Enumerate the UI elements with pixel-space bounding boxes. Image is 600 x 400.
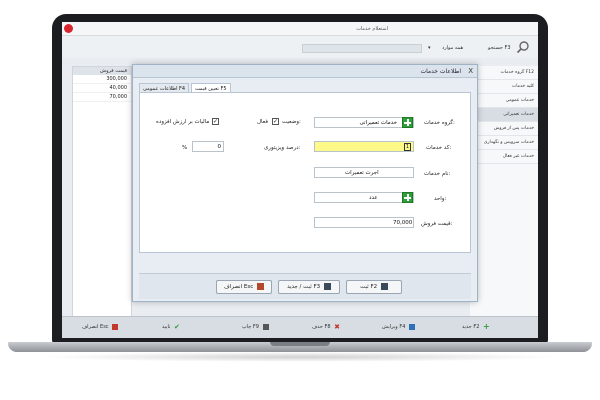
laptop-screen: استعلام خدمات ▾ همه موارد جستجو F3 قیمت … [62, 22, 538, 338]
visit-percent-value: 0 [217, 144, 222, 150]
bottom-confirm-button[interactable]: تایید ✔ [162, 322, 180, 333]
status-label: وضعیت: [282, 119, 301, 125]
search-input[interactable] [302, 44, 422, 53]
dialog-titlebar: X اطلاعات خدمات [133, 65, 477, 78]
bottom-edit-label: ویرایش F4 [382, 324, 406, 330]
visit-percent-input[interactable]: 0 [192, 141, 224, 152]
bottom-confirm-label: تایید [162, 324, 171, 330]
table-row[interactable]: 300,000 [73, 75, 131, 84]
table-row[interactable]: 70,000 [73, 93, 131, 102]
bottom-new-button[interactable]: جدید F2 + [462, 321, 490, 333]
status-active-checkbox[interactable]: ✓ [272, 118, 279, 125]
sidebar-item-maintenance[interactable]: خدمات سرویس و نگهداری [470, 136, 538, 150]
save-new-icon [323, 283, 331, 290]
dialog-title: اطلاعات خدمات [420, 68, 461, 75]
service-groups-sidebar: گروه خدمات F12 کلیه خدمات خدمات عمومی خد… [470, 66, 538, 318]
exit-icon [256, 283, 264, 290]
bottom-print-button[interactable]: چاپ F9 [242, 322, 269, 333]
sale-price-input[interactable]: 70,000 [314, 217, 414, 228]
save-button[interactable]: ثبت F2 [346, 280, 402, 294]
laptop-base-notch [270, 342, 330, 346]
laptop-mockup: استعلام خدمات ▾ همه موارد جستجو F3 قیمت … [0, 0, 600, 400]
service-group-field[interactable]: خدمات تعمیراتی [314, 117, 414, 128]
bottom-delete-label: حذف F8 [312, 324, 331, 330]
unit-field[interactable]: عدد [314, 192, 414, 203]
printer-icon [262, 323, 269, 330]
sidebar-item-general[interactable]: خدمات عمومی [470, 94, 538, 108]
bottom-cancel-label: انصراف Esc [82, 324, 109, 330]
delete-icon: ✖ [334, 322, 341, 331]
service-code-value: 1 [403, 143, 411, 151]
code-label: کد خدمات: [426, 145, 452, 151]
dialog-close-icon[interactable]: X [468, 67, 473, 75]
bottom-edit-button[interactable]: ویرایش F4 [382, 322, 415, 333]
sidebar-item-groups[interactable]: گروه خدمات F12 [470, 66, 538, 80]
sale-price-value: 70,000 [393, 220, 413, 226]
edit-icon [408, 323, 415, 330]
sidebar-item-after-sales[interactable]: خدمات پس از فروش [470, 122, 538, 136]
app-toolbar: ▾ همه موارد جستجو F3 [62, 36, 538, 58]
service-name-value: اجرت تعمیرات [345, 170, 379, 176]
dialog-footer: انصراف Esc ثبت / جدید F3 ثبت F2 [139, 273, 471, 299]
search-icon[interactable] [516, 40, 530, 54]
service-code-input[interactable]: 1 [314, 141, 414, 152]
app-close-icon[interactable] [64, 24, 73, 33]
laptop-shadow [40, 352, 560, 362]
app-bottom-toolbar: انصراف Esc تایید ✔ چاپ F9 حذف F8 ✖ ویرای… [62, 316, 538, 338]
save-new-button[interactable]: ثبت / جدید F3 [278, 280, 340, 294]
vat-label: مالیات بر ارزش افزوده [156, 119, 210, 125]
price-grid: قیمت فروش 300,000 40,000 70,000 [72, 66, 132, 318]
group-label: گروه خدمات: [424, 120, 455, 126]
save-icon [380, 283, 388, 290]
service-group-value: خدمات تعمیراتی [359, 120, 397, 126]
name-label: نام خدمات: [424, 171, 451, 177]
app-titlebar: استعلام خدمات [62, 22, 538, 36]
price-label: قیمت فروش: [421, 221, 453, 227]
search-mode-select[interactable]: همه موارد [442, 45, 463, 51]
check-icon: ✔ [174, 322, 180, 331]
add-group-plus-icon[interactable] [402, 117, 413, 128]
percent-sign: % [182, 145, 188, 151]
vat-checkbox[interactable]: ✓ [212, 118, 219, 125]
cancel-button[interactable]: انصراف Esc [216, 280, 272, 294]
save-new-button-label: ثبت / جدید F3 [287, 284, 321, 290]
service-info-dialog: X اطلاعات خدمات اطلاعات عمومی F4 تعیین ق… [132, 64, 478, 302]
unit-label: واحد: [434, 196, 447, 202]
search-mode-chevron-icon[interactable]: ▾ [428, 45, 431, 51]
dialog-form-panel: گروه خدمات: خدمات تعمیراتی وضعیت: ✓ فعال… [139, 92, 471, 253]
unit-value: عدد [369, 195, 378, 201]
search-label: جستجو F3 [488, 45, 511, 51]
app-title: استعلام خدمات [356, 26, 388, 32]
sidebar-item-repair[interactable]: خدمات تعمیراتی [470, 108, 538, 122]
add-unit-plus-icon[interactable] [402, 192, 413, 203]
cancel-button-label: انصراف Esc [224, 284, 254, 290]
table-row[interactable]: 40,000 [73, 84, 131, 93]
cancel-icon [112, 323, 119, 330]
grid-header-price[interactable]: قیمت فروش [73, 67, 131, 75]
service-name-input[interactable]: اجرت تعمیرات [314, 167, 414, 178]
bottom-new-label: جدید F2 [462, 324, 480, 330]
status-active-label: فعال [257, 119, 268, 125]
bottom-delete-button[interactable]: حذف F8 ✖ [312, 322, 340, 333]
sidebar-item-all[interactable]: کلیه خدمات [470, 80, 538, 94]
save-button-label: ثبت F2 [360, 284, 378, 290]
bottom-print-label: چاپ F9 [242, 324, 259, 330]
plus-icon: + [482, 321, 490, 331]
bottom-cancel-button[interactable]: انصراف Esc [82, 322, 119, 333]
sidebar-item-inactive[interactable]: خدمات غیر فعال [470, 150, 538, 164]
visit-percent-label: درصد ویزیتوری: [264, 145, 301, 151]
